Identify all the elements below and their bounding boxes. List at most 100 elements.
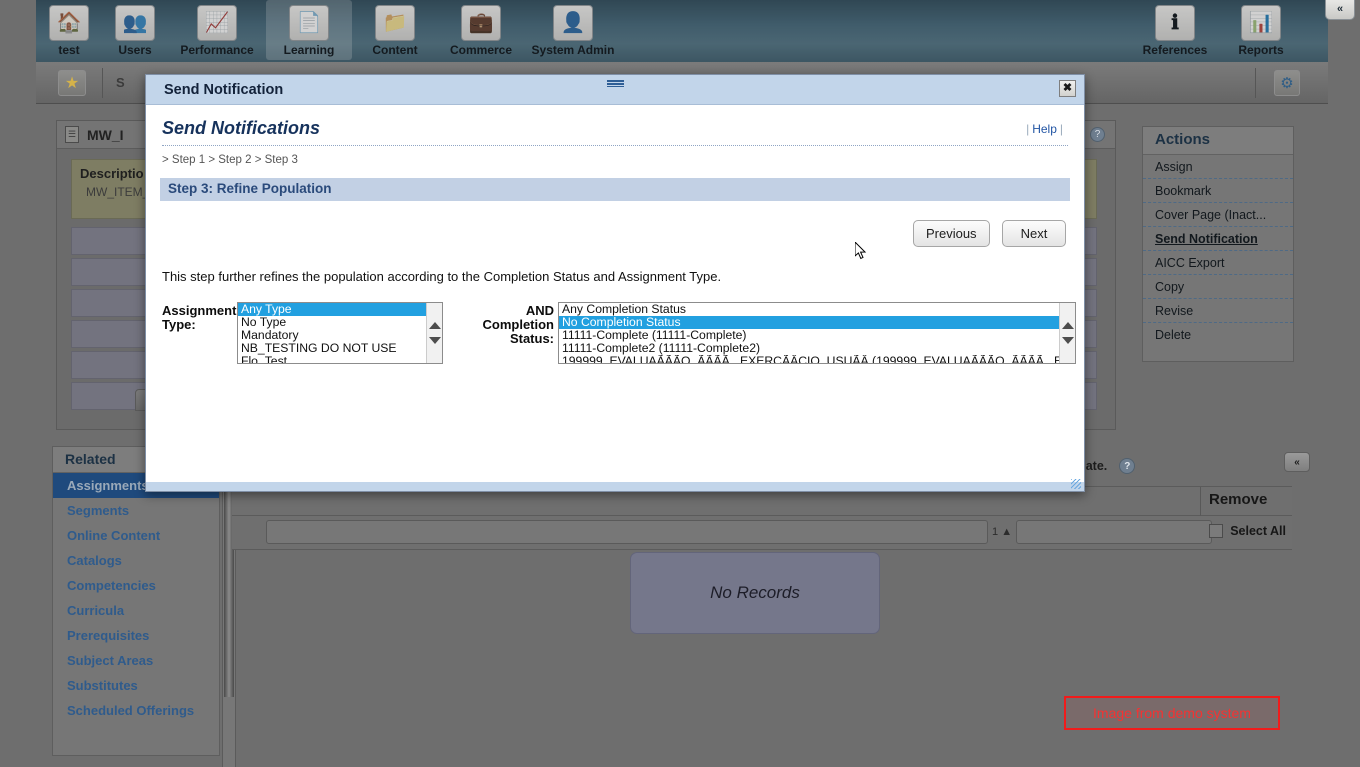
dialog-resize-handle[interactable]	[1071, 479, 1081, 489]
help-icon[interactable]: ?	[1119, 458, 1136, 474]
help-icon[interactable]: ?	[1090, 127, 1105, 142]
dialog-titlebar[interactable]: Send Notification ✖	[146, 75, 1084, 105]
list-item[interactable]: No Type	[238, 316, 426, 329]
next-button[interactable]: Next	[1002, 220, 1066, 247]
list-item[interactable]: NB_TESTING DO NOT USE	[238, 342, 426, 355]
sidebar-item-segments[interactable]: Segments	[53, 498, 219, 523]
list-item[interactable]: Any Completion Status	[559, 303, 1059, 316]
user-gear-icon: 👤	[553, 5, 593, 41]
action-item-aicc-export[interactable]: AICC Export	[1143, 251, 1293, 275]
sidebar-item-competencies[interactable]: Competencies	[53, 573, 219, 598]
briefcase-icon: 💼	[461, 5, 501, 41]
nav-item-commerce[interactable]: 💼 Commerce	[438, 0, 524, 60]
list-item[interactable]: 11111-Complete (11111-Complete)	[559, 329, 1059, 342]
chevron-down-icon[interactable]	[1061, 337, 1074, 344]
dialog-drag-handle[interactable]	[607, 80, 624, 87]
dialog-body: | Help | Send Notifications > Step 1 > Ste…	[146, 106, 1084, 482]
sidebar-item-subject-areas[interactable]: Subject Areas	[53, 648, 219, 673]
actions-panel-header: Actions	[1143, 127, 1293, 155]
assignment-type-label: Assignment Type:	[162, 304, 236, 332]
sidebar-item-prerequisites[interactable]: Prerequisites	[53, 623, 219, 648]
document-icon: ☰	[65, 126, 79, 143]
completion-status-scrollbar[interactable]	[1059, 303, 1075, 363]
filter-input-secondary[interactable]	[1016, 520, 1212, 544]
secondary-nav-group: ℹ References 📊 Reports	[1132, 0, 1304, 57]
action-item-revise[interactable]: Revise	[1143, 299, 1293, 323]
select-all-control[interactable]: Select All	[1209, 524, 1286, 538]
dialog-title: Send Notification	[164, 82, 284, 98]
nav-item-test[interactable]: 🏠 test	[36, 0, 102, 60]
nav-item-users[interactable]: 👥 Users	[102, 0, 168, 60]
primary-nav-group: 🏠 test 👥 Users 📈 Performance 📄 Learning …	[36, 0, 622, 60]
nav-label: Learning	[283, 43, 335, 57]
sidebar-item-online-content[interactable]: Online Content	[53, 523, 219, 548]
sidebar-item-catalogs[interactable]: Catalogs	[53, 548, 219, 573]
completion-status-label-line2: Status:	[509, 331, 554, 346]
list-item[interactable]: 199999_EVALUAÃÃÃO_ÃÃÃÃ _EXERCÃÂCIO_USUÃÂ…	[559, 355, 1059, 363]
folder-icon: 📁	[375, 5, 415, 41]
reports-chart-icon: 📊	[1241, 5, 1281, 41]
assignment-type-listbox[interactable]: Any Type No Type Mandatory NB_TESTING DO…	[237, 302, 443, 364]
nav-item-reports[interactable]: 📊 Reports	[1218, 0, 1304, 57]
list-item[interactable]: Any Type	[238, 303, 426, 316]
chevron-up-icon[interactable]	[1061, 322, 1074, 329]
close-icon[interactable]: ✖	[1059, 80, 1076, 97]
action-item-assign[interactable]: Assign	[1143, 155, 1293, 179]
step-description: This step further refines the population…	[162, 269, 722, 284]
previous-button[interactable]: Previous	[912, 220, 990, 247]
list-item[interactable]: Mandatory	[238, 329, 426, 342]
assignment-type-scrollbar[interactable]	[426, 303, 442, 363]
sidebar-item-scheduled-offerings[interactable]: Scheduled Offerings	[53, 698, 219, 723]
action-item-cover-page[interactable]: Cover Page (Inact...	[1143, 203, 1293, 227]
chevron-down-icon[interactable]	[428, 337, 441, 344]
column-header-remove: Remove	[1200, 487, 1292, 517]
sidebar-item-substitutes[interactable]: Substitutes	[53, 673, 219, 698]
assignments-filter-row: 1 ▲ Select All	[232, 516, 1292, 550]
page-count: 1 ▲	[992, 526, 1012, 538]
gear-icon[interactable]: ⚙	[1274, 70, 1300, 96]
dialog-page-title: Send Notifications	[162, 118, 321, 138]
bookmark-star-icon[interactable]: ★	[58, 70, 86, 96]
home-icon: 🏠	[49, 5, 89, 41]
toolbar-divider-right	[1255, 68, 1256, 98]
document-icon: 📄	[289, 5, 329, 41]
collapse-section-button[interactable]: «	[1284, 452, 1310, 472]
nav-label: References	[1142, 43, 1208, 57]
users-icon: 👥	[115, 5, 155, 41]
nav-item-references[interactable]: ℹ References	[1132, 0, 1218, 57]
action-item-send-notification[interactable]: Send Notification	[1143, 227, 1293, 251]
related-panel: Related Assignments Segments Online Cont…	[52, 446, 220, 756]
assignment-type-label-line2: Type:	[162, 317, 196, 332]
completion-status-label: AND Completion Status:	[452, 304, 555, 346]
breadcrumb: > Step 1 > Step 2 > Step 3	[162, 154, 298, 166]
nav-item-performance[interactable]: 📈 Performance	[168, 0, 266, 60]
chevron-up-icon[interactable]	[428, 322, 441, 329]
nav-item-content[interactable]: 📁 Content	[352, 0, 438, 60]
sort-ascending-icon[interactable]: ▲	[1001, 526, 1012, 538]
completion-status-options: Any Completion Status No Completion Stat…	[559, 303, 1059, 363]
help-link[interactable]: Help	[1032, 122, 1057, 136]
sidebar-item-curricula[interactable]: Curricula	[53, 598, 219, 623]
dialog-footer	[146, 482, 1084, 491]
nav-label: Users	[118, 43, 152, 57]
toolbar-title-fragment: S	[116, 75, 125, 90]
nav-item-learning[interactable]: 📄 Learning	[266, 0, 352, 60]
list-item[interactable]: Flo_Test	[238, 355, 426, 363]
select-all-checkbox[interactable]	[1209, 524, 1224, 538]
filter-input-primary[interactable]	[266, 520, 988, 544]
action-item-copy[interactable]: Copy	[1143, 275, 1293, 299]
step-header: Step 3: Refine Population	[160, 178, 1070, 201]
collapse-header-button[interactable]: «	[1325, 0, 1355, 20]
page-title: MW_I	[87, 126, 124, 143]
list-item[interactable]: 11111-Complete2 (11111-Complete2)	[559, 342, 1059, 355]
action-item-bookmark[interactable]: Bookmark	[1143, 179, 1293, 203]
action-item-delete[interactable]: Delete	[1143, 323, 1293, 346]
nav-label: System Admin	[531, 43, 615, 57]
nav-label: Performance	[180, 43, 254, 57]
list-item[interactable]: No Completion Status	[559, 316, 1059, 329]
help-link-wrap: | Help |	[1023, 122, 1066, 136]
nav-label: Commerce	[449, 43, 513, 57]
completion-status-listbox[interactable]: Any Completion Status No Completion Stat…	[558, 302, 1076, 364]
nav-item-system-admin[interactable]: 👤 System Admin	[524, 0, 622, 60]
toolbar-divider	[102, 68, 103, 98]
